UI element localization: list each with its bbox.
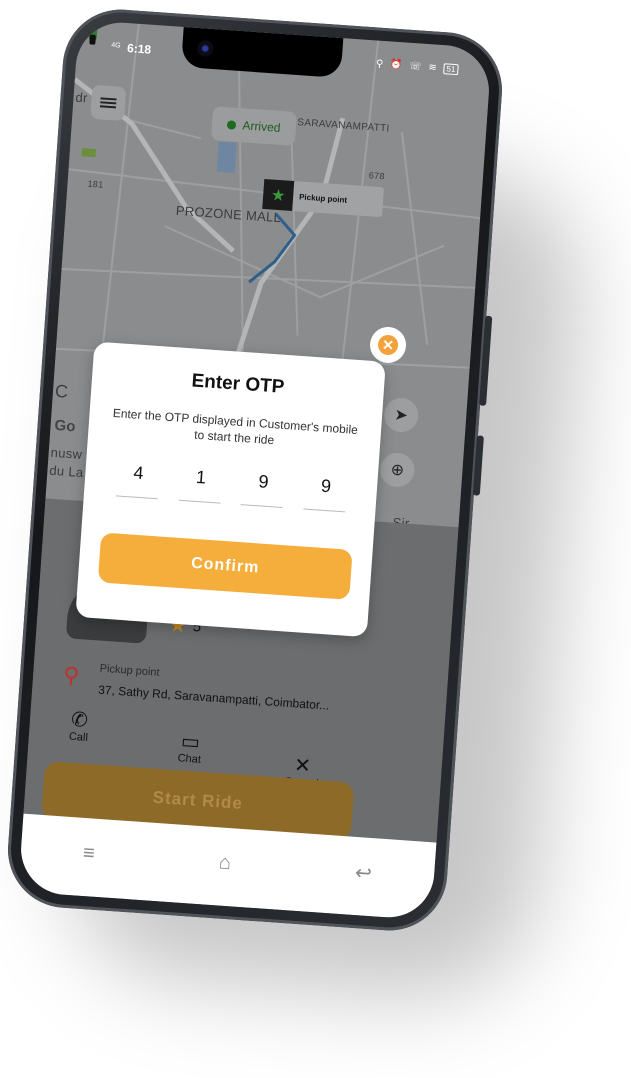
otp-digit-1: 4 — [132, 462, 145, 484]
call-button[interactable]: ✆ Call — [69, 709, 90, 744]
otp-digit-input[interactable]: 4 — [115, 461, 160, 500]
back-button[interactable]: ↩ — [354, 859, 372, 885]
arrived-status-badge: Arrived — [210, 106, 298, 146]
otp-instructions: Enter the OTP displayed in Customer's mo… — [112, 405, 359, 448]
chat-label: Chat — [177, 752, 202, 766]
recent-apps-button[interactable]: ≡ — [82, 841, 95, 865]
chat-button[interactable]: ▭ Chat — [177, 730, 203, 766]
google-watermark: Go — [54, 416, 77, 436]
otp-digit-input[interactable]: 1 — [178, 466, 222, 504]
pickup-chip-label: Pickup point — [298, 191, 348, 205]
status-icons: ⚲ ⏰ ☏ ≋ 51 — [375, 58, 459, 76]
star-icon: ★ — [262, 178, 295, 211]
otp-title: Enter OTP — [190, 370, 286, 398]
pickup-address: 37, Sathy Rd, Saravanampatti, Coimbator.… — [97, 682, 330, 713]
phone: SARAVANAMPATTI PROZONE MALL 678 181 dr C… — [4, 5, 506, 935]
system-icons: ⚲ ⏰ ☏ ≋ — [375, 58, 440, 74]
otp-digit-input[interactable]: 9 — [240, 470, 285, 509]
otp-digit-2: 1 — [195, 466, 207, 488]
status-time: 6:18 — [126, 41, 152, 57]
navigation-arrow-icon: ➤ — [393, 406, 409, 425]
network-indicator: 4G — [111, 41, 121, 50]
map-label-nusw: nusw — [50, 444, 83, 462]
confirm-button[interactable]: Confirm — [97, 532, 353, 600]
location-pin-icon: ⚲ — [62, 662, 81, 689]
map-label-road-181: 181 — [87, 178, 104, 190]
map-label-c: C — [54, 380, 70, 402]
hamburger-icon — [99, 95, 117, 110]
status-dot-icon — [227, 119, 237, 130]
otp-digit-4: 9 — [320, 475, 332, 497]
close-icon: ✕ — [377, 334, 399, 356]
map-label-dula: du La — [48, 462, 84, 481]
otp-digit-3: 9 — [257, 471, 270, 492]
map-label-road-678: 678 — [368, 170, 386, 182]
battery-icon: 51 — [443, 63, 459, 76]
call-label: Call — [68, 730, 89, 744]
otp-digit-input[interactable]: 9 — [303, 475, 347, 513]
otp-inputs: 4 1 9 9 — [115, 461, 348, 513]
phone-icon: ✆ — [70, 708, 89, 732]
otp-dialog: Enter OTP Enter the OTP displayed in Cus… — [75, 341, 386, 638]
close-icon: ✕ — [293, 754, 312, 778]
arrived-label: Arrived — [242, 118, 281, 135]
crosshair-icon: ⊕ — [390, 461, 405, 480]
home-button[interactable]: ⌂ — [218, 851, 232, 875]
screen: SARAVANAMPATTI PROZONE MALL 678 181 dr C… — [18, 19, 492, 921]
pickup-title: Pickup point — [99, 662, 160, 679]
menu-button[interactable] — [90, 84, 127, 122]
map-label-dr: dr — [75, 89, 89, 106]
chat-bubble-icon: ▭ — [180, 730, 201, 754]
